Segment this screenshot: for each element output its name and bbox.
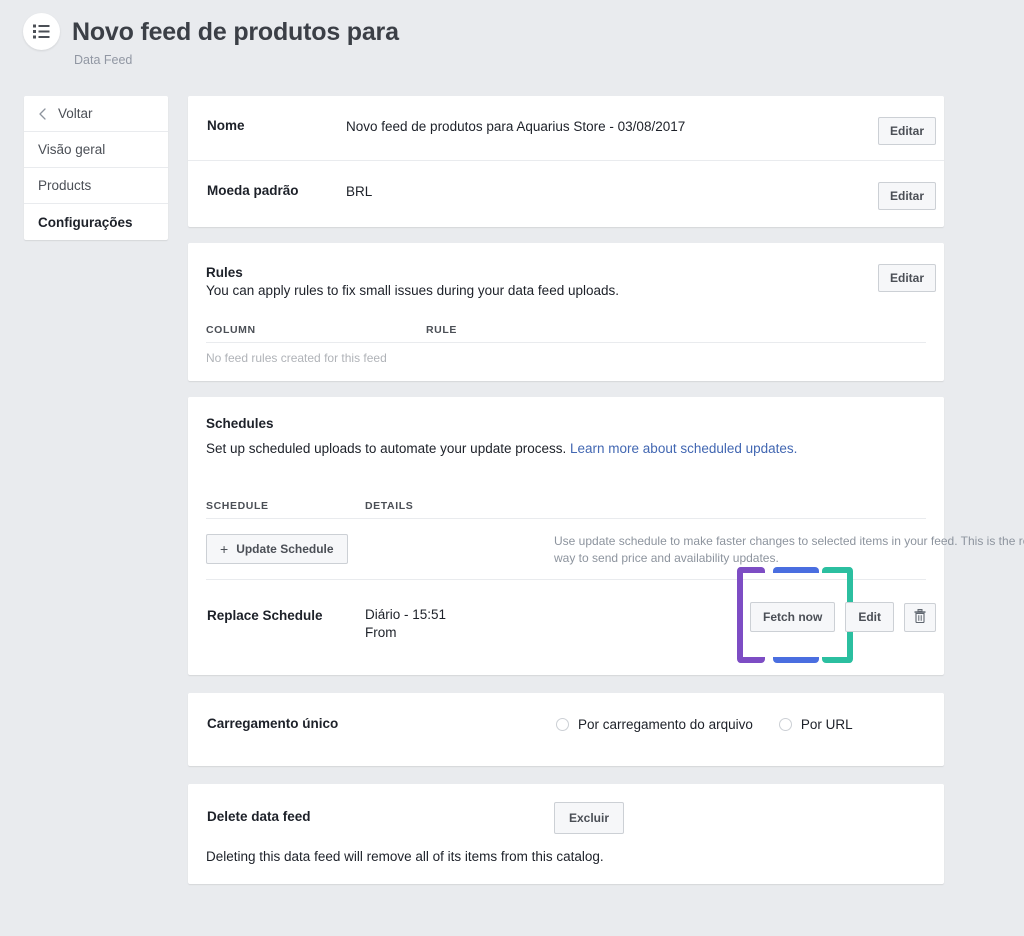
radio-icon: [556, 718, 569, 731]
detail-label: Moeda padrão: [188, 183, 346, 198]
sidebar-item-products[interactable]: Products: [24, 168, 168, 204]
schedules-column-header-schedule: SCHEDULE: [206, 500, 269, 512]
rules-table-divider: [206, 342, 926, 343]
sidebar-item-voltar[interactable]: Voltar: [24, 96, 168, 132]
rules-description: You can apply rules to fix small issues …: [206, 282, 619, 300]
radio-option-label: Por carregamento do arquivo: [578, 717, 753, 732]
rules-empty-message: No feed rules created for this feed: [206, 351, 387, 365]
replace-schedule-details-line2: From: [365, 624, 446, 642]
radio-option-label: Por URL: [801, 717, 853, 732]
rules-column-header-rule: RULE: [426, 324, 457, 336]
update-schedule-button[interactable]: + Update Schedule: [206, 534, 348, 564]
page-root: Novo feed de produtos para Data Feed Vol…: [0, 0, 1024, 936]
sidebar: Voltar Visão geral Products Configuraçõe…: [24, 96, 168, 240]
trash-icon: [914, 609, 926, 626]
replace-schedule-label: Replace Schedule: [188, 608, 346, 623]
replace-schedule-details-line1: Diário - 15:51: [365, 606, 446, 624]
rules-card: Rules You can apply rules to fix small i…: [188, 243, 944, 381]
plus-icon: +: [220, 543, 228, 555]
upload-options: Por carregamento do arquivo Por URL: [556, 717, 853, 732]
details-card: Nome Novo feed de produtos para Aquarius…: [188, 96, 944, 227]
update-schedule-button-label: Update Schedule: [236, 542, 333, 556]
upload-label: Carregamento único: [188, 716, 346, 731]
sidebar-item-label: Voltar: [58, 106, 93, 121]
rules-title: Rules: [206, 265, 243, 280]
page-header: Novo feed de produtos para Data Feed: [0, 0, 1024, 88]
detail-row-nome: Nome Novo feed de produtos para Aquarius…: [188, 96, 944, 161]
sidebar-item-label: Visão geral: [38, 142, 105, 157]
edit-moeda-button[interactable]: Editar: [878, 182, 936, 210]
radio-icon: [779, 718, 792, 731]
list-icon: [23, 13, 60, 50]
sidebar-item-label: Products: [38, 178, 91, 193]
delete-label: Delete data feed: [188, 809, 346, 824]
edit-rules-button[interactable]: Editar: [878, 264, 936, 292]
fetch-now-button[interactable]: Fetch now: [750, 602, 835, 632]
schedules-description: Set up scheduled uploads to automate you…: [206, 440, 797, 458]
delete-description: Deleting this data feed will remove all …: [206, 848, 604, 866]
sidebar-item-configuracoes[interactable]: Configurações: [24, 204, 168, 240]
detail-label: Nome: [188, 118, 346, 133]
detail-value: Novo feed de produtos para Aquarius Stor…: [346, 118, 685, 136]
detail-value: BRL: [346, 183, 372, 201]
page-subtitle: Data Feed: [74, 52, 132, 68]
replace-schedule-actions: Fetch now Edit: [750, 602, 936, 632]
radio-option-file-upload[interactable]: Por carregamento do arquivo: [556, 717, 753, 732]
page-title: Novo feed de produtos para: [72, 17, 399, 47]
delete-feed-button[interactable]: Excluir: [554, 802, 624, 834]
edit-schedule-button[interactable]: Edit: [845, 602, 894, 632]
schedules-card: Schedules Set up scheduled uploads to au…: [188, 397, 944, 675]
detail-row-moeda: Moeda padrão BRL Editar: [188, 161, 944, 227]
delete-schedule-button[interactable]: [904, 603, 936, 632]
replace-schedule-details: Diário - 15:51 From: [365, 606, 446, 642]
schedules-description-text: Set up scheduled uploads to automate you…: [206, 441, 566, 456]
sidebar-item-visao-geral[interactable]: Visão geral: [24, 132, 168, 168]
learn-more-link[interactable]: Learn more about scheduled updates.: [570, 441, 797, 456]
chevron-left-icon: [36, 107, 50, 121]
rules-column-header-column: COLUMN: [206, 324, 256, 336]
schedules-title: Schedules: [206, 416, 274, 431]
update-schedule-details: Use update schedule to make faster chang…: [554, 533, 1024, 567]
sidebar-item-label: Configurações: [38, 215, 133, 230]
radio-option-url[interactable]: Por URL: [779, 717, 853, 732]
upload-card: Carregamento único Por carregamento do a…: [188, 693, 944, 766]
delete-card: Delete data feed Excluir Deleting this d…: [188, 784, 944, 884]
edit-nome-button[interactable]: Editar: [878, 117, 936, 145]
replace-schedule-row: Replace Schedule Diário - 15:51 From Fet…: [188, 580, 944, 675]
schedules-column-header-details: DETAILS: [365, 500, 413, 512]
